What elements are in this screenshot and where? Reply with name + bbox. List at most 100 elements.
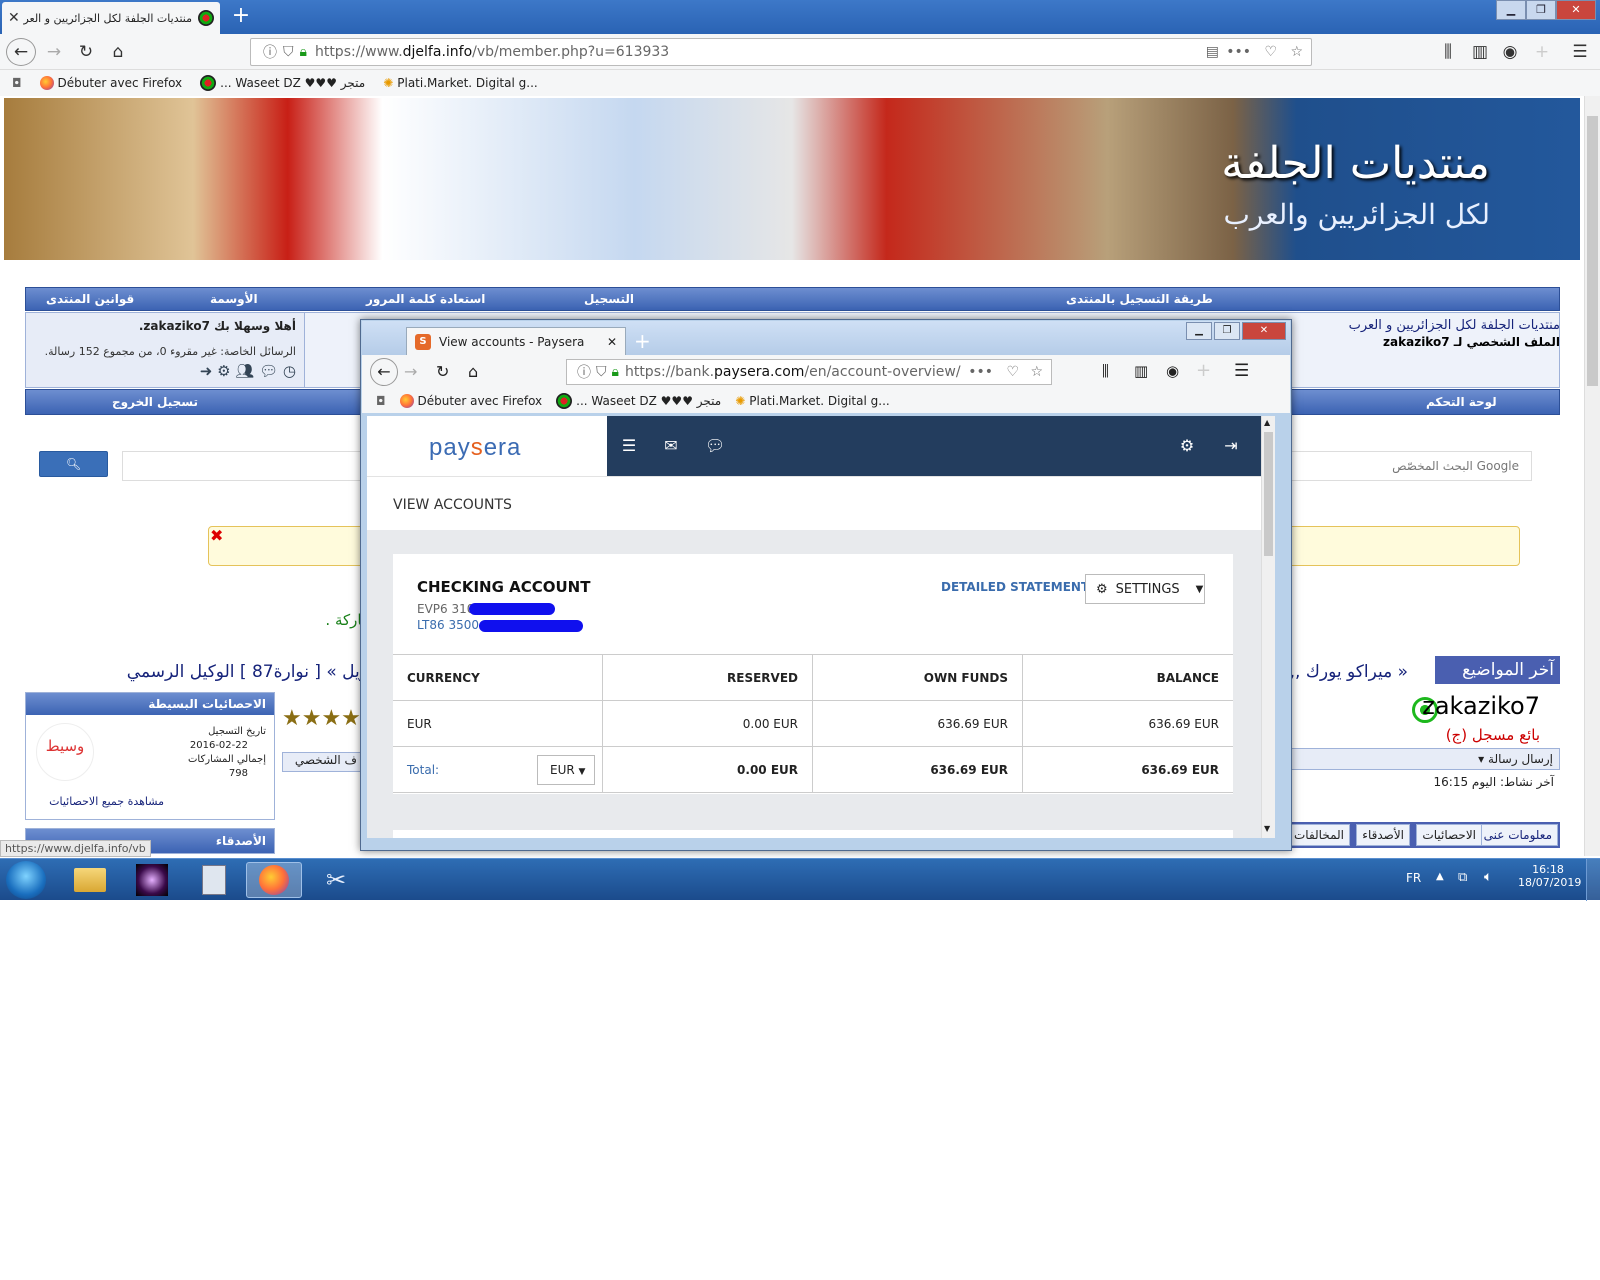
info-icon[interactable]: ⓘ	[263, 42, 277, 62]
search-button[interactable]: 🔍︎	[39, 451, 108, 477]
bookmark-star-icon[interactable]: ☆	[1290, 44, 1303, 60]
shield-icon[interactable]: ⛉	[283, 44, 294, 60]
control-panel-link[interactable]: لوحة التحكم	[1426, 395, 1497, 409]
close-window-button[interactable]: ✕	[1556, 0, 1596, 20]
library-icon[interactable]: ⫼	[1434, 39, 1462, 65]
language-indicator[interactable]: FR	[1406, 871, 1421, 885]
reload-icon[interactable]: ↻	[72, 39, 100, 65]
bookmark-firefox[interactable]: Débuter avec Firefox	[39, 76, 182, 90]
hamburger-icon[interactable]: ☰	[619, 436, 639, 456]
menu-icon[interactable]: ☰	[1234, 361, 1249, 381]
close-tab-icon[interactable]: ✕	[8, 10, 20, 26]
show-desktop-button[interactable]	[1586, 859, 1600, 901]
sidebar-icon[interactable]: ▥	[1466, 39, 1494, 65]
mail-icon[interactable]: ✉	[661, 436, 681, 456]
home-icon[interactable]: ⌂	[104, 39, 132, 65]
snipping-tool-icon[interactable]: ✂	[308, 862, 364, 898]
new-tab-button[interactable]: +	[228, 4, 254, 30]
new-tab-button[interactable]: +	[634, 329, 651, 353]
media-app-icon[interactable]	[124, 862, 180, 898]
page-scrollbar[interactable]	[1584, 96, 1600, 856]
network-icon[interactable]: ⧉	[1458, 870, 1467, 885]
volume-icon[interactable]: 🔈︎	[1484, 869, 1492, 885]
bookmark-star-icon[interactable]: ☆	[1030, 364, 1043, 380]
tab-about[interactable]: معلومات عنى	[1477, 824, 1558, 846]
send-message-button[interactable]: إرسال رسالة ▾	[1288, 748, 1560, 770]
close-tab-icon[interactable]: ✕	[607, 335, 617, 349]
account-icon[interactable]: ◉	[1166, 362, 1179, 380]
logout-link[interactable]: تسجيل الخروج	[112, 395, 198, 409]
nav-medals[interactable]: الأوسمة	[210, 292, 258, 306]
inner-minimize-button[interactable]: ▁	[1186, 322, 1212, 340]
menu-icon[interactable]: ☰	[1566, 39, 1594, 65]
nav-register[interactable]: التسجيل	[584, 292, 634, 306]
profile-tab-personal[interactable]: ف الشخصي	[282, 752, 362, 772]
bookmark-waseet[interactable]: ... Waseet DZ ♥♥♥ متجر	[556, 393, 721, 409]
pocket-icon[interactable]: ♡	[1264, 44, 1277, 60]
shield-icon[interactable]: ⛉	[596, 364, 607, 380]
back-arrow-icon[interactable]: ←	[370, 358, 398, 386]
bookmark-plati[interactable]: ✺ Plati.Market. Digital g...	[383, 76, 538, 90]
forward-arrow-icon[interactable]: →	[40, 39, 68, 65]
clock[interactable]: 16:18 18/07/2019	[1518, 863, 1581, 889]
extension-icon[interactable]: +	[1196, 360, 1211, 381]
other-bookmarks-icon[interactable]: ◘	[376, 394, 386, 408]
bookmark-plati[interactable]: ✺ Plati.Market. Digital g...	[735, 394, 890, 408]
scroll-up-icon[interactable]: ▲	[1264, 418, 1270, 427]
nav-register-method[interactable]: طريقة التسجيل بالمنتدى	[1066, 292, 1213, 306]
see-all-stats-link[interactable]: مشاهدة جميع الاحصائيات	[49, 795, 164, 808]
inner-url-bar[interactable]: ⓘ ⛉ 🔒︎ https://bank. paysera.com/en/accou…	[566, 359, 1052, 385]
sidebar-icon[interactable]: ▥	[1134, 362, 1148, 380]
firefox-taskbar-icon[interactable]	[246, 862, 302, 898]
bookmark-firefox[interactable]: Débuter avec Firefox	[399, 394, 542, 408]
page-actions-icon[interactable]: •••	[968, 364, 993, 380]
inner-maximize-button[interactable]: ❐	[1214, 322, 1240, 340]
total-currency-select[interactable]: EUR ▼	[537, 755, 595, 785]
settings-gear-icon[interactable]: ⚙	[1177, 436, 1197, 456]
other-bookmarks-icon[interactable]: ◘	[12, 76, 22, 90]
explorer-icon[interactable]	[62, 862, 118, 898]
extension-icon[interactable]: +	[1528, 39, 1556, 65]
account-number-iban[interactable]: LT86 3500	[417, 618, 479, 632]
library-icon[interactable]: ⫼	[1102, 362, 1109, 380]
tray-arrow-icon[interactable]: ▲	[1436, 871, 1444, 882]
tab-infractions[interactable]: المخالفات	[1287, 824, 1350, 846]
avatar[interactable]: وسيط	[36, 723, 94, 781]
paysera-logo[interactable]: paysera	[429, 434, 521, 462]
reload-icon[interactable]: ↻	[436, 362, 449, 381]
maximize-button[interactable]: ❐	[1526, 0, 1556, 20]
start-button[interactable]	[6, 861, 46, 899]
inner-scrollbar[interactable]: ▲ ▼	[1261, 416, 1275, 838]
bookmark-waseet[interactable]: ... Waseet DZ ♥♥♥ متجر	[200, 75, 365, 91]
minimize-button[interactable]: ▁	[1496, 0, 1526, 20]
user-tools-icons[interactable]: ◷ 💬︎ 👥︎ ⚙ ➜	[34, 362, 296, 380]
forum-banner[interactable]: منتديات الجلفة لكل الجزائريين والعرب	[4, 98, 1580, 260]
scroll-thumb[interactable]	[1587, 116, 1598, 386]
pocket-icon[interactable]: ♡	[1006, 364, 1019, 380]
tab-stats[interactable]: الاحصائيات	[1416, 824, 1482, 846]
chat-icon[interactable]: 💬︎	[705, 436, 725, 456]
outer-tab[interactable]: منتديات الجلفة لكل الجزائريين و العر ✕	[2, 2, 220, 34]
nav-rules[interactable]: قوانين المنتدى	[46, 292, 134, 306]
page-actions-icon[interactable]: •••	[1226, 44, 1251, 60]
settings-dropdown[interactable]: ⚙ SETTINGS ▼	[1085, 574, 1205, 604]
close-warning-icon[interactable]: ✖	[210, 526, 226, 545]
home-icon[interactable]: ⌂	[468, 362, 478, 381]
latest-ticker-left[interactable]: ويل » [ نوارة87 ] الوكيل الرسمي	[28, 662, 368, 682]
detailed-statement-link[interactable]: DETAILED STATEMENT	[941, 580, 1089, 594]
info-icon[interactable]: ⓘ	[577, 362, 591, 382]
scroll-down-icon[interactable]: ▼	[1264, 824, 1270, 833]
outer-url-bar[interactable]: ⓘ ⛉ 🔒︎ https://www. djelfa.info/vb/member…	[250, 38, 1312, 66]
inner-close-button[interactable]: ✕	[1242, 322, 1286, 340]
reader-view-icon[interactable]: ▤	[1206, 44, 1219, 60]
breadcrumb-site[interactable]: منتديات الجلفة لكل الجزائريين و العرب	[1349, 318, 1560, 333]
pm-summary[interactable]: الرسائل الخاصة: غير مقروء 0، من مجموع 15…	[34, 345, 296, 358]
tab-friends[interactable]: الأصدقاء	[1356, 824, 1410, 846]
inner-tab[interactable]: S View accounts - Paysera ✕	[406, 327, 626, 355]
account-icon[interactable]: ◉	[1496, 39, 1524, 65]
scroll-thumb[interactable]	[1264, 432, 1273, 556]
calculator-icon[interactable]	[186, 862, 242, 898]
back-arrow-icon[interactable]: ←	[6, 38, 36, 66]
nav-recover-password[interactable]: استعادة كلمة المرور	[366, 292, 485, 306]
logout-icon[interactable]: ⇥	[1221, 436, 1241, 456]
